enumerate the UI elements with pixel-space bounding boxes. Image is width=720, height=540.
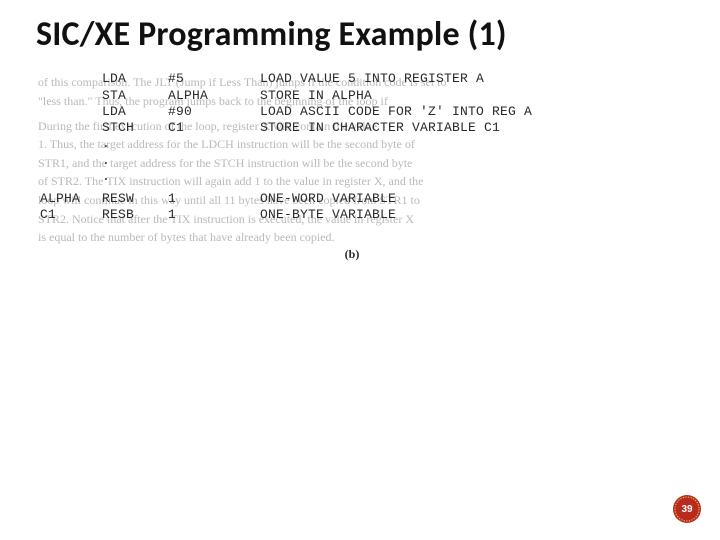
code-row: . <box>40 169 532 185</box>
code-opcode: LDA <box>102 104 168 120</box>
code-label <box>40 88 102 104</box>
code-row: . <box>40 153 532 169</box>
code-comment: LOAD ASCII CODE FOR 'Z' INTO REG A <box>260 104 532 120</box>
figure-block: of this comparison. The JLT (Jump if Les… <box>32 67 672 267</box>
code-comment: STORE IN CHARACTER VARIABLE C1 <box>260 120 532 136</box>
code-operand: C1 <box>168 120 260 136</box>
code-opcode: LDA <box>102 71 168 87</box>
page-number-badge: 39 <box>672 494 702 524</box>
code-opcode: . <box>102 136 168 152</box>
code-label: ALPHA <box>40 191 102 207</box>
code-operand: 1 <box>168 207 260 223</box>
code-listing: LDA#5LOAD VALUE 5 INTO REGISTER ASTAALPH… <box>32 67 672 223</box>
code-opcode: . <box>102 153 168 169</box>
code-label <box>40 120 102 136</box>
code-operand: #5 <box>168 71 260 87</box>
code-row: . <box>40 136 532 152</box>
code-comment: STORE IN ALPHA <box>260 88 532 104</box>
code-opcode: . <box>102 169 168 185</box>
code-operand <box>168 136 260 152</box>
code-row: C1RESB1ONE-BYTE VARIABLE <box>40 207 532 223</box>
code-comment <box>260 169 532 185</box>
code-operand: #90 <box>168 104 260 120</box>
code-opcode: RESW <box>102 191 168 207</box>
code-opcode: STCH <box>102 120 168 136</box>
code-label: C1 <box>40 207 102 223</box>
code-label <box>40 136 102 152</box>
code-operand <box>168 153 260 169</box>
code-operand: 1 <box>168 191 260 207</box>
code-row: ALPHARESW1ONE-WORD VARIABLE <box>40 191 532 207</box>
ghost-background-text: of this comparison. The JLT (Jump if Les… <box>32 67 672 246</box>
code-comment: LOAD VALUE 5 INTO REGISTER A <box>260 71 532 87</box>
figure-label: (b) <box>32 247 672 262</box>
code-opcode: RESB <box>102 207 168 223</box>
code-label <box>40 153 102 169</box>
code-row: STCHC1STORE IN CHARACTER VARIABLE C1 <box>40 120 532 136</box>
code-table: LDA#5LOAD VALUE 5 INTO REGISTER ASTAALPH… <box>40 71 532 223</box>
slide: SIC/XE Programming Example (1) of this c… <box>0 0 720 540</box>
page-number: 39 <box>672 494 702 524</box>
code-comment <box>260 136 532 152</box>
code-label <box>40 71 102 87</box>
code-label <box>40 104 102 120</box>
code-comment <box>260 153 532 169</box>
code-operand <box>168 169 260 185</box>
code-operand: ALPHA <box>168 88 260 104</box>
code-comment: ONE-BYTE VARIABLE <box>260 207 532 223</box>
code-row: STAALPHASTORE IN ALPHA <box>40 88 532 104</box>
code-row: LDA#90LOAD ASCII CODE FOR 'Z' INTO REG A <box>40 104 532 120</box>
code-comment: ONE-WORD VARIABLE <box>260 191 532 207</box>
page-title: SIC/XE Programming Example (1) <box>36 16 684 53</box>
code-label <box>40 169 102 185</box>
code-opcode: STA <box>102 88 168 104</box>
code-row: LDA#5LOAD VALUE 5 INTO REGISTER A <box>40 71 532 87</box>
